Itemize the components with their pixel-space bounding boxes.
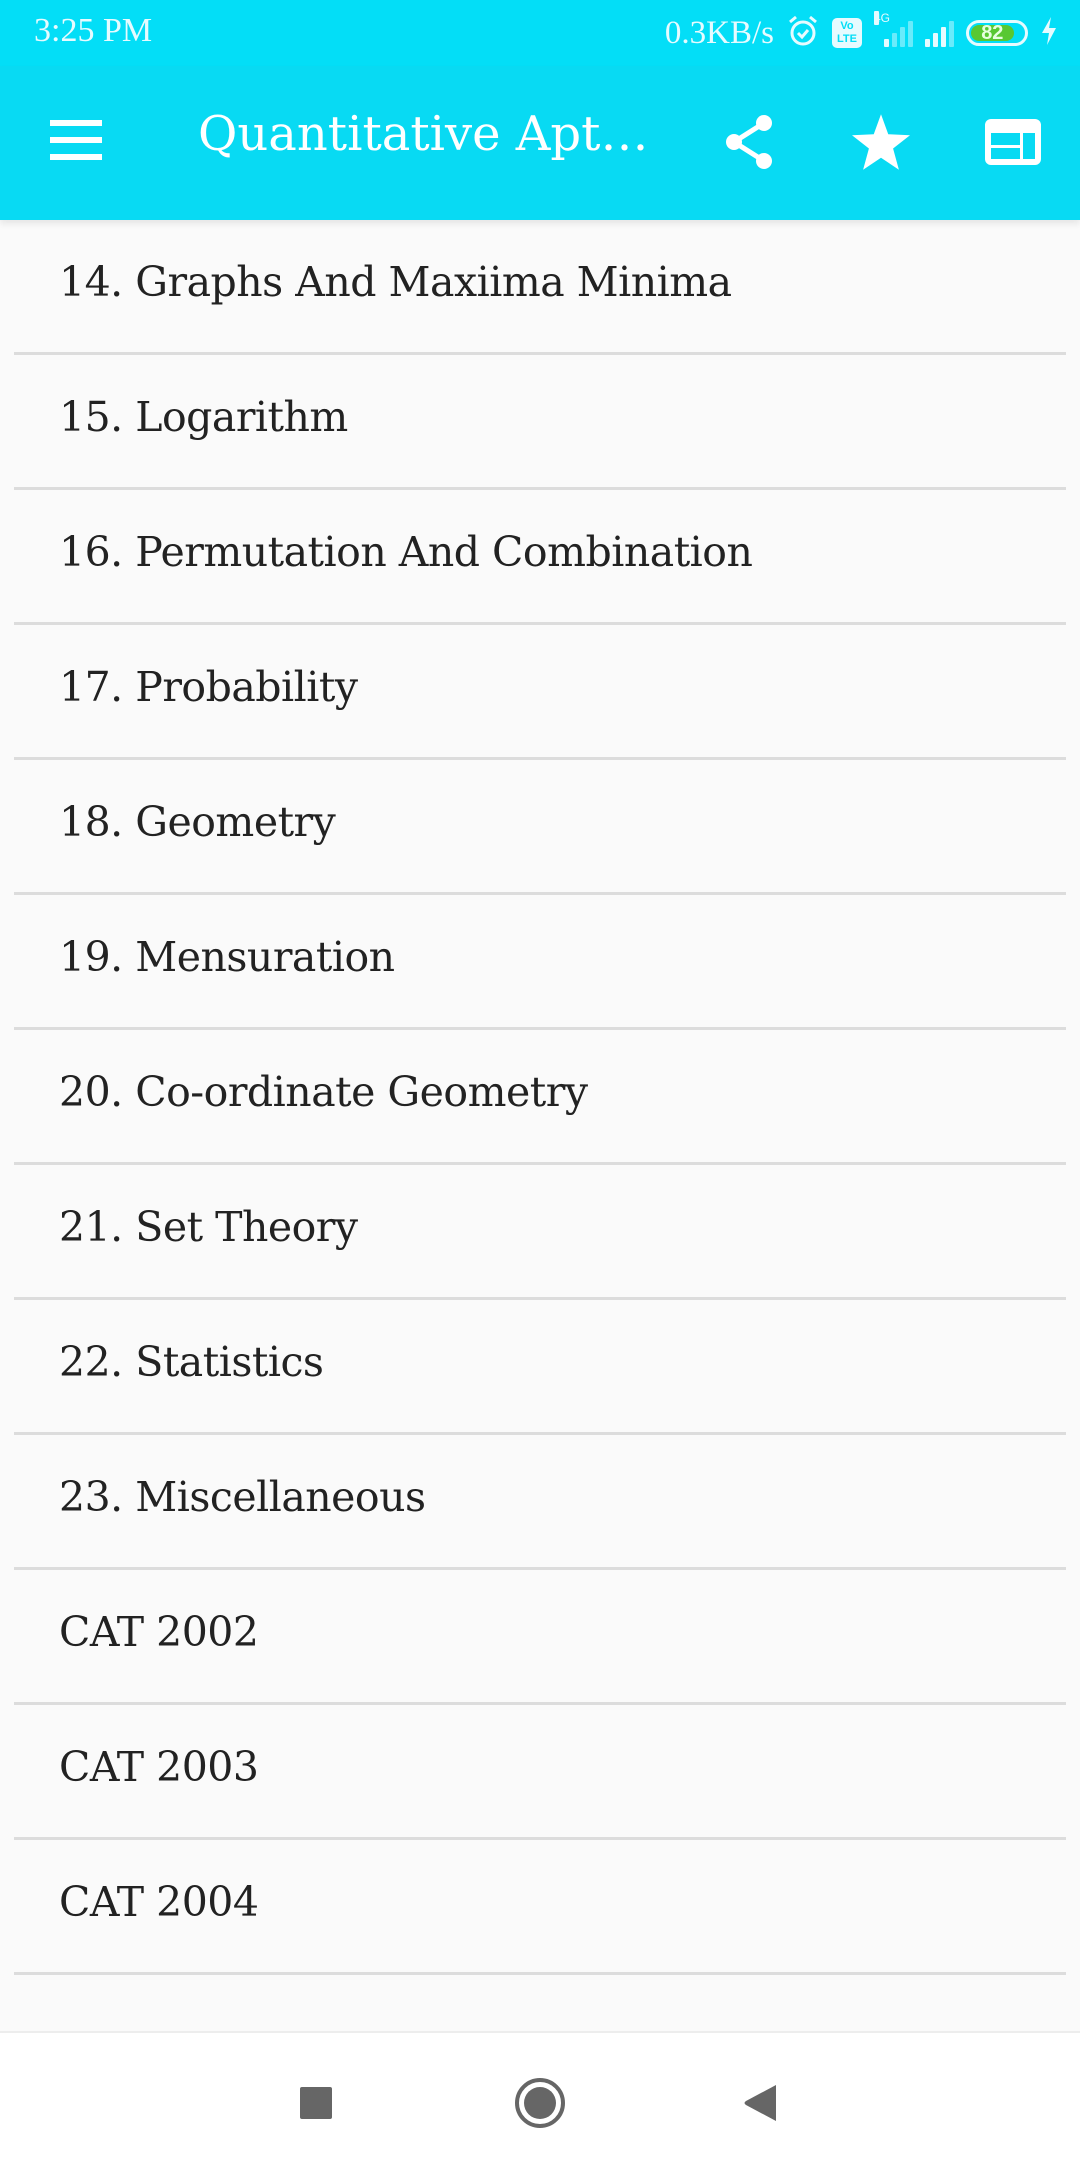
list-item[interactable]: CAT 2003 bbox=[0, 1705, 1080, 1840]
star-icon bbox=[852, 114, 910, 170]
list-item[interactable]: CAT 2002 bbox=[0, 1570, 1080, 1705]
network-type: 4G bbox=[874, 11, 891, 25]
battery-icon: 82 bbox=[966, 20, 1028, 46]
list-item[interactable]: 19. Mensuration bbox=[0, 895, 1080, 1030]
status-bar: 3:25 PM 0.3KB/s Vo LTE 4G 82 bbox=[0, 0, 1080, 66]
volte-top: Vo bbox=[840, 20, 854, 32]
status-time: 3:25 PM bbox=[34, 12, 153, 49]
list-item-label: CAT 2002 bbox=[59, 1608, 259, 1656]
recents-button[interactable] bbox=[286, 2073, 346, 2133]
list-item[interactable]: 18. Geometry bbox=[0, 760, 1080, 895]
list-item[interactable]: 17. Probability bbox=[0, 625, 1080, 760]
list-item[interactable]: 16. Permutation And Combination bbox=[0, 490, 1080, 625]
net-speed: 0.3KB/s bbox=[664, 14, 774, 51]
app-bar: Quantitative Apt… bbox=[0, 66, 1080, 220]
list-item-label: CAT 2003 bbox=[59, 1743, 259, 1791]
charging-icon bbox=[1040, 16, 1058, 50]
favorite-button[interactable] bbox=[849, 110, 913, 174]
list-item[interactable]: CAT 2004 bbox=[0, 1840, 1080, 1975]
list-item-label: 22. Statistics bbox=[59, 1338, 324, 1386]
list-item-label: 20. Co-ordinate Geometry bbox=[59, 1068, 588, 1116]
system-nav-bar bbox=[0, 2031, 1080, 2162]
list-item[interactable]: 21. Set Theory bbox=[0, 1165, 1080, 1300]
list-item[interactable]: 22. Statistics bbox=[0, 1300, 1080, 1435]
share-button[interactable] bbox=[718, 110, 782, 174]
layout-icon bbox=[985, 119, 1041, 165]
triangle-back-icon bbox=[744, 2085, 776, 2121]
alarm-icon bbox=[786, 14, 820, 52]
battery-level: 82 bbox=[971, 22, 1014, 44]
list-item-label: 16. Permutation And Combination bbox=[59, 528, 753, 576]
list-item-label: CAT 2004 bbox=[59, 1878, 259, 1926]
list-item-label: 21. Set Theory bbox=[59, 1203, 358, 1251]
list-item[interactable]: 23. Miscellaneous bbox=[0, 1435, 1080, 1570]
list-item-label: 18. Geometry bbox=[59, 798, 336, 846]
home-button[interactable] bbox=[510, 2073, 570, 2133]
hamburger-menu-icon[interactable] bbox=[50, 120, 102, 164]
back-button[interactable] bbox=[730, 2073, 790, 2133]
layout-button[interactable] bbox=[981, 110, 1045, 174]
list-item-label: 23. Miscellaneous bbox=[59, 1473, 426, 1521]
divider bbox=[14, 1972, 1066, 1975]
chapter-list: 14. Graphs And Maxiima Minima 15. Logari… bbox=[0, 220, 1080, 1975]
list-item-label: 15. Logarithm bbox=[59, 393, 348, 441]
share-icon bbox=[726, 115, 772, 169]
circle-icon bbox=[515, 2078, 565, 2128]
list-item[interactable]: 14. Graphs And Maxiima Minima bbox=[0, 220, 1080, 355]
list-item[interactable]: 20. Co-ordinate Geometry bbox=[0, 1030, 1080, 1165]
list-item[interactable]: 15. Logarithm bbox=[0, 355, 1080, 490]
list-item-label: 19. Mensuration bbox=[59, 933, 395, 981]
volte-icon: Vo LTE bbox=[832, 18, 862, 48]
signal-icon: 4G bbox=[874, 11, 913, 47]
list-item-label: 17. Probability bbox=[59, 663, 358, 711]
signal-icon bbox=[925, 19, 954, 47]
square-icon bbox=[300, 2087, 332, 2119]
page-title: Quantitative Apt… bbox=[198, 106, 649, 162]
list-item-label: 14. Graphs And Maxiima Minima bbox=[59, 258, 732, 306]
status-icons: 0.3KB/s Vo LTE 4G 82 bbox=[665, 10, 1058, 56]
volte-bottom: LTE bbox=[837, 33, 857, 45]
